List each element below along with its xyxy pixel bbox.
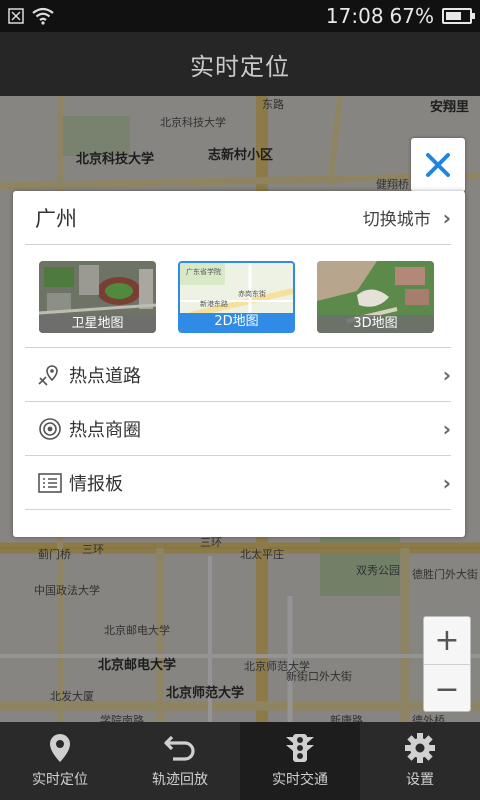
switch-city-label: 切换城市 <box>362 210 431 230</box>
chevron-right-icon: › <box>442 362 451 387</box>
status-bar: 17:08 67% <box>0 0 480 32</box>
bottom-tab-bar: 实时定位 轨迹回放 实时交通 设置 <box>0 722 480 800</box>
menu-item-info-board[interactable]: 情报板 › <box>25 456 451 510</box>
close-button[interactable] <box>411 138 465 192</box>
switch-city-button[interactable]: 切换城市 › <box>362 205 451 231</box>
current-city: 广州 <box>35 206 77 231</box>
2d-map-label: 2D地图 <box>180 313 293 331</box>
title-bar: 实时定位 <box>0 32 480 96</box>
satellite-map-option[interactable]: 卫星地图 <box>39 261 156 333</box>
close-icon <box>426 153 450 177</box>
chevron-right-icon: › <box>442 205 451 230</box>
notification-icon <box>8 8 24 24</box>
battery-icon <box>442 8 475 24</box>
location-pin-icon <box>50 734 70 762</box>
tab-label: 轨迹回放 <box>152 772 208 788</box>
menu-item-hot-roads[interactable]: 热点道路 › <box>25 348 451 402</box>
replay-arrow-icon <box>164 735 195 761</box>
2d-thumb-label: 赤岗东街 <box>238 290 266 298</box>
tab-label: 实时交通 <box>272 772 328 788</box>
wifi-icon <box>32 7 54 25</box>
menu-item-label: 热点商圈 <box>69 419 141 441</box>
tab-label: 实时定位 <box>32 772 88 788</box>
page-title: 实时定位 <box>190 52 290 81</box>
3d-map-label: 3D地图 <box>317 315 434 333</box>
gear-icon <box>405 733 435 763</box>
tab-realtime-location[interactable]: 实时定位 <box>0 722 120 800</box>
battery-percent: 67% <box>389 4 434 28</box>
tab-track-replay[interactable]: 轨迹回放 <box>120 722 240 800</box>
menu-item-hot-business[interactable]: 热点商圈 › <box>25 402 451 456</box>
city-row: 广州 切换城市 › <box>25 191 451 245</box>
traffic-light-icon <box>286 734 314 762</box>
zoom-out-button[interactable]: − <box>424 665 470 713</box>
zoom-control: + − <box>423 616 471 712</box>
zoom-in-button[interactable]: + <box>424 617 470 665</box>
map-type-selector: 卫星地图 广东省学院 新港东路 赤岗东街 2D地图 3D地图 <box>25 245 451 348</box>
radar-icon <box>37 416 63 442</box>
satellite-map-label: 卫星地图 <box>39 315 156 333</box>
menu-item-label: 热点道路 <box>69 365 141 387</box>
tab-settings[interactable]: 设置 <box>360 722 480 800</box>
tab-label: 设置 <box>406 772 434 788</box>
3d-map-option[interactable]: 3D地图 <box>317 261 434 333</box>
chevron-right-icon: › <box>442 470 451 495</box>
2d-thumb-label: 广东省学院 <box>186 268 221 276</box>
road-pin-icon <box>37 362 63 388</box>
tab-realtime-traffic[interactable]: 实时交通 <box>240 722 360 800</box>
2d-map-option[interactable]: 广东省学院 新港东路 赤岗东街 2D地图 <box>178 261 295 333</box>
map-options-panel: 广州 切换城市 › 卫星地图 广东省学院 新港东路 赤岗东街 2D地图 3D地图… <box>13 191 465 537</box>
menu-item-label: 情报板 <box>69 473 123 495</box>
clock: 17:08 <box>325 4 384 28</box>
list-board-icon <box>37 470 63 496</box>
2d-thumb-label: 新港东路 <box>200 300 228 308</box>
chevron-right-icon: › <box>442 416 451 441</box>
